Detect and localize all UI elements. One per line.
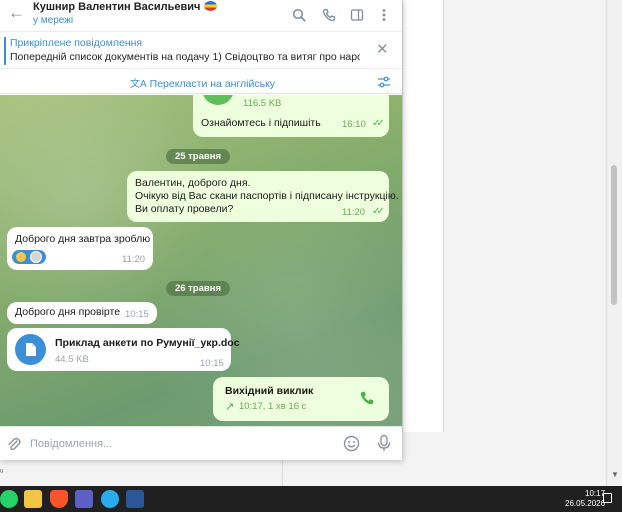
chat-status: у мережі bbox=[33, 15, 74, 26]
file-icon[interactable] bbox=[202, 95, 234, 105]
chat-title-text: Кушнир Валентин Васильевич bbox=[33, 1, 201, 13]
background-divider bbox=[282, 460, 283, 486]
telegram-chat-window: ← Кушнир Валентин Васильевич у мережі Пр… bbox=[0, 0, 402, 460]
message-time: 10:15 bbox=[200, 358, 224, 369]
message-outgoing[interactable]: Валентин, доброго дня. Очікую від Вас ск… bbox=[127, 171, 399, 222]
message-time: 10:15 bbox=[125, 309, 149, 320]
clock-date: 26.05.2026 bbox=[565, 499, 606, 508]
translate-bar: 文A Перекласти на англійську bbox=[0, 70, 402, 94]
taskbar: 10:17 26.05.2026 bbox=[0, 486, 622, 512]
message-outgoing-call[interactable]: Вихідний виклик ↗ 10:17, 1 хв 16 с bbox=[213, 377, 389, 421]
document-icon[interactable] bbox=[15, 334, 46, 365]
date-separator: 25 травня bbox=[166, 149, 230, 164]
double-check-icon: ✓✓ bbox=[372, 118, 385, 129]
teams-icon[interactable] bbox=[75, 490, 93, 508]
emoji-icon[interactable] bbox=[343, 435, 360, 455]
attach-icon[interactable] bbox=[6, 436, 22, 455]
pinned-title: Прикріплене повідомлення bbox=[10, 37, 143, 49]
message-outgoing-file[interactable]: 116.5 KB Ознайомтесь і підпишіть 16:10 ✓… bbox=[193, 95, 389, 137]
call-title: Вихідний виклик bbox=[225, 385, 314, 397]
pinned-text: Попередній список документів на подачу 1… bbox=[10, 51, 360, 63]
chat-history[interactable]: 116.5 KB Ознайомтесь і підпишіть 16:10 ✓… bbox=[0, 95, 402, 426]
more-menu-icon[interactable] bbox=[375, 6, 393, 24]
phone-call-icon[interactable] bbox=[320, 6, 338, 24]
message-time: 16:10 bbox=[342, 119, 366, 130]
translate-button[interactable]: 文A Перекласти на англійську bbox=[130, 75, 275, 90]
background-window-bottom bbox=[0, 460, 402, 486]
translate-settings-icon[interactable] bbox=[377, 75, 391, 89]
message-text: Доброго дня провірте bbox=[15, 306, 121, 318]
message-incoming[interactable]: Доброго дня завтра зроблю 11:20 bbox=[7, 227, 153, 270]
message-incoming[interactable]: Доброго дня провірте 10:15 bbox=[7, 302, 157, 324]
message-input[interactable] bbox=[30, 435, 330, 453]
pinned-accent-bar bbox=[4, 37, 6, 65]
file-name[interactable]: Приклад анкети по Румунії_укр.doc bbox=[55, 337, 240, 350]
pinned-message-bar[interactable]: Прикріплене повідомлення Попередній спис… bbox=[0, 33, 402, 69]
emoji-reaction-icon[interactable] bbox=[12, 250, 46, 264]
background-panel bbox=[402, 0, 444, 432]
message-line: Очікую від Вас скани паспортів і підписа… bbox=[135, 190, 399, 202]
notification-icon[interactable] bbox=[603, 493, 612, 503]
translate-icon: 文A bbox=[130, 79, 147, 90]
call-back-icon[interactable] bbox=[359, 390, 375, 409]
flag-emoji-icon bbox=[204, 1, 218, 11]
message-line: Ви оплату провели? bbox=[135, 203, 234, 215]
message-time: 11:20 bbox=[342, 207, 366, 218]
call-detail: 10:17, 1 хв 16 с bbox=[239, 401, 307, 412]
close-icon[interactable]: ✕ bbox=[376, 42, 389, 57]
message-text: Ознайомтесь і підпишіть bbox=[201, 117, 321, 129]
message-text: Доброго дня завтра зроблю bbox=[15, 233, 151, 245]
outgoing-arrow-icon: ↗ bbox=[225, 401, 235, 413]
back-arrow-icon[interactable]: ← bbox=[8, 4, 25, 21]
translate-label: Перекласти на англійську bbox=[149, 78, 276, 90]
file-size: 44.5 KB bbox=[55, 354, 89, 365]
message-composer bbox=[0, 426, 402, 460]
clock-time: 10:17 bbox=[585, 489, 606, 498]
file-size: 116.5 KB bbox=[243, 98, 282, 109]
telegram-icon[interactable] bbox=[101, 490, 119, 508]
double-check-icon: ✓✓ bbox=[372, 206, 385, 217]
file-explorer-icon[interactable] bbox=[24, 490, 42, 508]
word-icon[interactable] bbox=[126, 490, 144, 508]
message-line: Валентин, доброго дня. bbox=[135, 177, 251, 189]
brave-browser-icon[interactable] bbox=[50, 490, 68, 508]
whatsapp-icon[interactable] bbox=[0, 490, 18, 508]
message-incoming-file[interactable]: Приклад анкети по Румунії_укр.doc 44.5 K… bbox=[7, 328, 240, 371]
chat-title[interactable]: Кушнир Валентин Васильевич bbox=[33, 1, 218, 13]
system-clock[interactable]: 10:17 26.05.2026 bbox=[565, 489, 605, 509]
background-glyph: ᵤ bbox=[0, 464, 4, 474]
message-time: 11:20 bbox=[122, 254, 146, 265]
sidebar-toggle-icon[interactable] bbox=[348, 6, 366, 24]
scroll-down-icon[interactable]: ▼ bbox=[611, 470, 619, 479]
date-separator: 26 травня bbox=[166, 281, 230, 296]
background-scrollbar-thumb[interactable] bbox=[611, 165, 617, 305]
search-icon[interactable] bbox=[290, 6, 308, 24]
chat-header: ← Кушнир Валентин Васильевич у мережі bbox=[0, 0, 402, 32]
microphone-icon[interactable] bbox=[376, 434, 392, 455]
